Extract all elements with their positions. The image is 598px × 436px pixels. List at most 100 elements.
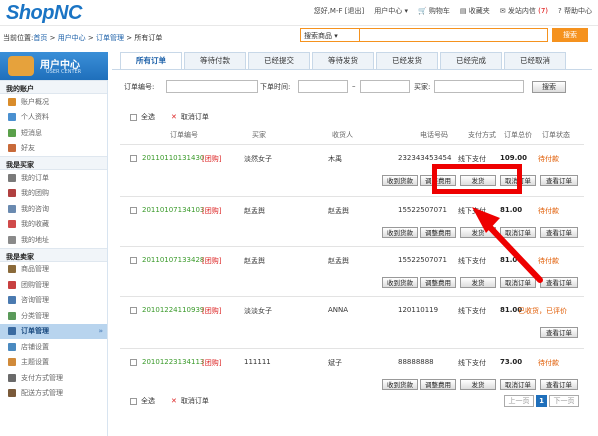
next-page-button[interactable]: 下一页 — [549, 395, 579, 407]
sidebar-item[interactable]: 商品管理 — [0, 262, 107, 278]
order-number-link[interactable]: 20110107133428 — [142, 256, 204, 264]
sidebar-item[interactable]: 主题设置 — [0, 355, 107, 371]
cancel-orders-link[interactable]: 取消订单 — [181, 112, 209, 122]
current-page[interactable]: 1 — [536, 395, 547, 407]
order-total: 109.00 — [500, 154, 528, 162]
phone-number: 15522507071 — [398, 256, 447, 264]
order-tab[interactable]: 已经提交 — [248, 52, 310, 69]
order-action-button[interactable]: 调整费用 — [420, 379, 456, 390]
order-action-button[interactable]: 查看订单 — [540, 327, 578, 338]
sidebar-item[interactable]: 我的团购 — [0, 186, 107, 202]
order-tab[interactable]: 已经发货 — [376, 52, 438, 69]
order-tab[interactable]: 已经取消 — [504, 52, 566, 69]
select-all-checkbox[interactable] — [130, 113, 137, 121]
bulk-actions-bottom: 全选 ✕ 取消订单 — [130, 396, 209, 406]
time-end-input[interactable] — [360, 80, 410, 93]
shopnc-logo[interactable]: ShopNC — [6, 2, 82, 25]
cancel-x-icon: ✕ — [171, 397, 177, 405]
order-action-button[interactable]: 取消订单 — [500, 277, 536, 288]
search-button[interactable]: 搜索 — [552, 28, 588, 42]
order-tab[interactable]: 已经完成 — [440, 52, 502, 69]
order-status: 待付款 — [538, 257, 559, 265]
order-action-button[interactable]: 调整费用 — [420, 277, 456, 288]
filter-search-button[interactable]: 搜索 — [532, 81, 566, 93]
select-all-checkbox-bottom[interactable] — [130, 397, 137, 405]
sidebar-item[interactable]: 团购管理 — [0, 277, 107, 293]
search-input[interactable] — [360, 28, 548, 42]
receiver-name: 赵孟舆 — [328, 207, 349, 215]
breadcrumb-order-manage[interactable]: 订单管理 — [96, 34, 124, 42]
search-category-select[interactable]: 搜索商品 ▾ — [300, 28, 360, 42]
order-action-button[interactable]: 收到货款 — [382, 277, 418, 288]
order-number-link[interactable]: 20110110131430 — [142, 154, 204, 162]
user-center-icon — [8, 56, 34, 76]
group-buy-tag: [团购] — [202, 257, 222, 265]
sidebar-item[interactable]: 订单管理 » — [0, 323, 107, 339]
phone-number: 15522507071 — [398, 206, 447, 214]
order-number-link[interactable]: 20101223134113 — [142, 358, 204, 366]
order-number-link[interactable]: 20101224110939 — [142, 306, 204, 314]
greeting-logout[interactable]: 您好,M-F [退出] — [314, 6, 365, 16]
payment-method: 线下支付 — [458, 207, 486, 215]
favorites-link[interactable]: ▤ 收藏夹 — [460, 6, 490, 16]
order-number-link[interactable]: 20110107134103 — [142, 206, 204, 214]
order-action-button[interactable]: 查看订单 — [540, 175, 578, 186]
payment-method: 线下支付 — [458, 359, 486, 367]
sidebar-item-icon — [8, 311, 16, 320]
sidebar-item[interactable]: 分类管理 — [0, 308, 107, 324]
buyer-input[interactable] — [434, 80, 524, 93]
sidebar-item[interactable]: 我的订单 — [0, 170, 107, 186]
sidebar-item[interactable]: 短消息 — [0, 125, 107, 141]
order-action-button[interactable]: 收到货款 — [382, 175, 418, 186]
row-checkbox[interactable] — [130, 359, 137, 366]
order-action-button[interactable]: 查看订单 — [540, 277, 578, 288]
sidebar-item[interactable]: 个人资料 — [0, 110, 107, 126]
sidebar-item[interactable]: 我的地址 — [0, 232, 107, 248]
time-start-input[interactable] — [298, 80, 348, 93]
breadcrumb-user-center[interactable]: 用户中心 — [58, 34, 86, 42]
search-bar: 搜索商品 ▾ 搜索 — [300, 28, 588, 42]
breadcrumb-home[interactable]: 首页 — [33, 34, 47, 42]
order-tab[interactable]: 所有订单 — [120, 52, 182, 69]
row-checkbox[interactable] — [130, 257, 137, 264]
top-nav: 您好,M-F [退出] 用户中心 ▾ 🛒 购物车 ▤ 收藏夹 ✉ 发站内信 (7… — [314, 6, 592, 16]
sidebar-item[interactable]: 咨询管理 — [0, 293, 107, 309]
order-no-input[interactable] — [166, 80, 258, 93]
order-action-button[interactable]: 发货 — [460, 277, 496, 288]
row-checkbox[interactable] — [130, 155, 137, 162]
order-action-button[interactable]: 查看订单 — [540, 379, 578, 390]
sidebar-item[interactable]: 好友 — [0, 141, 107, 157]
order-action-button[interactable]: 收到货款 — [382, 227, 418, 238]
cancel-orders-link-bottom[interactable]: 取消订单 — [181, 396, 209, 406]
order-tab[interactable]: 等待发货 — [312, 52, 374, 69]
order-action-button[interactable]: 取消订单 — [500, 227, 536, 238]
order-action-button[interactable]: 收到货款 — [382, 379, 418, 390]
sidebar-item[interactable]: 账户概况 — [0, 94, 107, 110]
sidebar-item[interactable]: 我的咨询 — [0, 201, 107, 217]
payment-method: 线下支付 — [458, 155, 486, 163]
order-tab[interactable]: 等待付款 — [184, 52, 246, 69]
order-action-button[interactable]: 发货 — [460, 379, 496, 390]
row-checkbox[interactable] — [130, 207, 137, 214]
cart-link[interactable]: 🛒 购物车 — [418, 6, 450, 16]
order-action-button[interactable]: 查看订单 — [540, 227, 578, 238]
receiver-name: 斌子 — [328, 359, 342, 367]
order-action-button[interactable]: 取消订单 — [500, 379, 536, 390]
prev-page-button[interactable]: 上一页 — [504, 395, 534, 407]
sidebar-item-icon — [8, 342, 16, 351]
sidebar-item[interactable]: 支付方式管理 — [0, 370, 107, 386]
buyer-name: 赵孟舆 — [244, 207, 265, 215]
order-action-button[interactable]: 发货 — [460, 227, 496, 238]
sidebar-item-icon — [8, 280, 16, 289]
order-action-button[interactable]: 调整费用 — [420, 227, 456, 238]
messages-link[interactable]: ✉ 发站内信 (7) — [500, 6, 548, 16]
help-link[interactable]: ? 帮助中心 — [558, 6, 592, 16]
row-checkbox[interactable] — [130, 307, 137, 314]
user-center-menu[interactable]: 用户中心 ▾ — [374, 6, 408, 16]
cancel-x-icon: ✕ — [171, 113, 177, 121]
sidebar-item[interactable]: 店铺设置 — [0, 339, 107, 355]
sidebar-item[interactable]: 配送方式管理 — [0, 386, 107, 402]
sidebar-item[interactable]: 我的收藏 — [0, 217, 107, 233]
order-no-label: 订单编号: — [124, 83, 155, 91]
phone-number: 232343453454 — [398, 154, 452, 162]
